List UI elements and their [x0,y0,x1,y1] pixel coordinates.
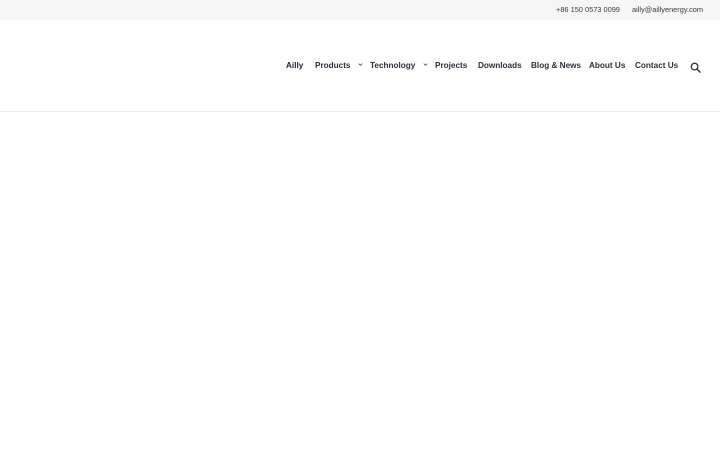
search-icon [690,62,701,73]
nav-item-ailly[interactable]: Ailly [286,60,303,72]
search-button[interactable] [690,60,701,73]
chevron-down-icon [358,63,363,66]
nav-item-label: Downloads [478,61,522,70]
phone-number[interactable]: +86 150 0573 0099 [556,5,620,15]
nav-item-label: Technology [370,61,416,70]
nav-item-label: Products [315,61,351,70]
email-address[interactable]: ailly@aillyenergy.com [632,5,703,15]
chevron-down-icon [423,63,428,66]
nav-item-blog-news[interactable]: Blog & News [531,60,581,72]
nav-item-about-us[interactable]: About Us [589,60,625,72]
top-bar: +86 150 0573 0099 ailly@aillyenergy.com [0,0,720,20]
page-content [0,112,720,450]
nav-item-label: About Us [589,61,626,70]
nav-item-technology[interactable]: Technology [370,60,428,72]
site-header: Ailly Products Technology Projects Downl… [0,20,720,112]
nav-item-products[interactable]: Products [315,60,363,72]
nav-item-contact-us[interactable]: Contact Us [635,60,678,72]
nav-item-label: Projects [435,61,468,70]
nav-item-label: Ailly [286,61,304,70]
nav-item-label: Blog & News [531,61,582,70]
nav-item-projects[interactable]: Projects [435,60,467,72]
logo[interactable] [20,40,160,90]
nav-item-label: Contact Us [635,61,679,70]
nav-item-downloads[interactable]: Downloads [478,60,522,72]
